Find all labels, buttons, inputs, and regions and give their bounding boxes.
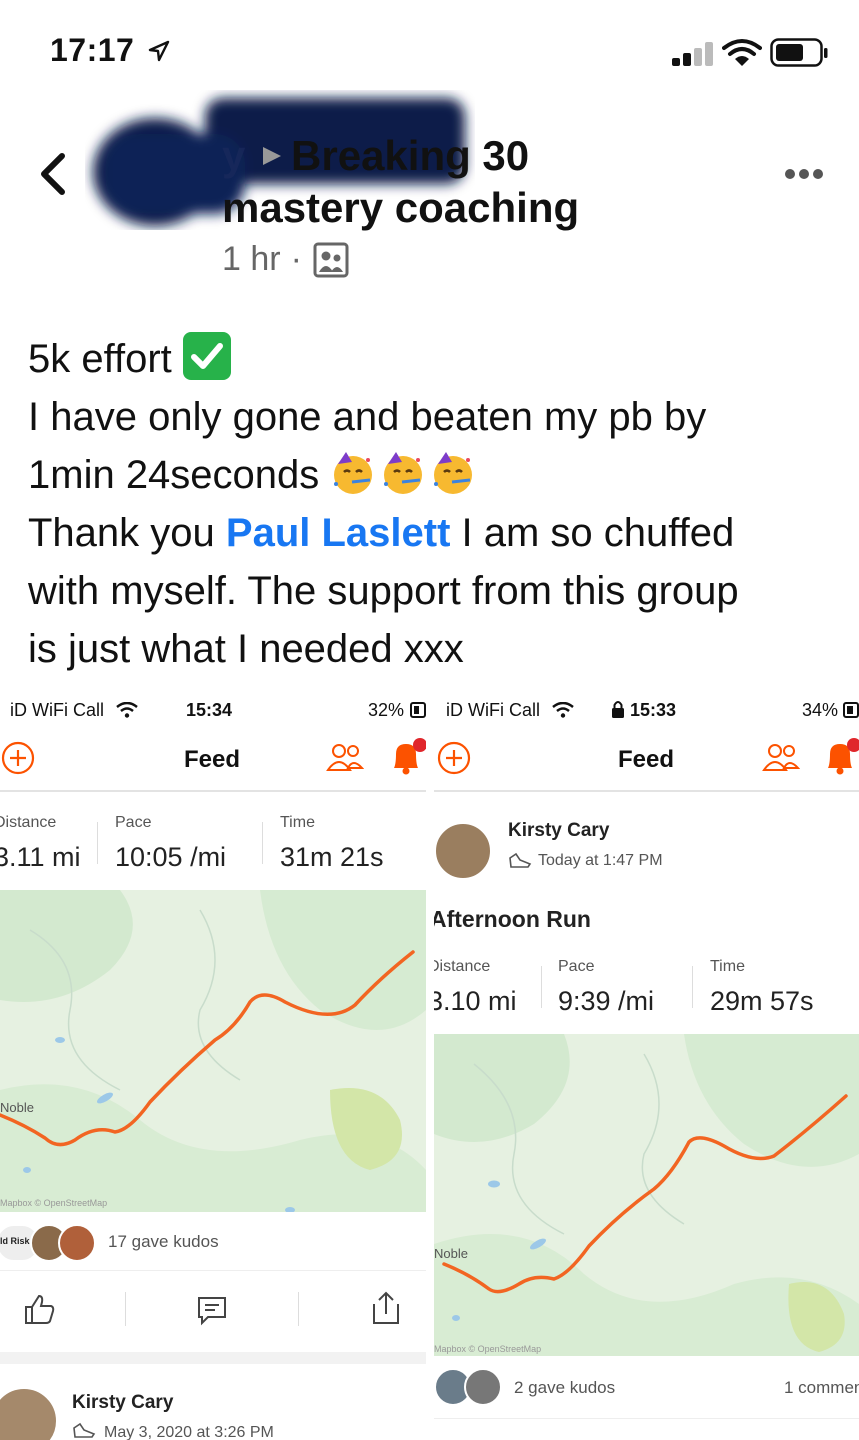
share-icon[interactable] — [370, 1290, 402, 1326]
distance-value: 3.10 mi — [434, 986, 517, 1016]
attached-photo-left[interactable]: iD WiFi Call 15:34 32% Feed Distance 3.1… — [0, 692, 426, 1440]
feed-title: Feed — [184, 746, 241, 773]
wifi-icon — [116, 702, 138, 718]
comment-count[interactable]: 1 comment — [784, 1378, 859, 1398]
shot-left-carrier: iD WiFi Call — [10, 700, 104, 720]
shot-right-battery: 34% — [802, 700, 839, 720]
time-value: 31m 21s — [280, 842, 384, 872]
map-credit: Mapbox © OpenStreetMap — [434, 1344, 541, 1354]
notifications-bell-icon[interactable] — [822, 736, 859, 776]
distance-label: Distance — [434, 958, 491, 975]
time-value: 29m 57s — [710, 986, 814, 1016]
more-options-icon[interactable] — [784, 168, 824, 180]
status-time: 17:17 — [50, 32, 170, 69]
athlete-name[interactable]: Kirsty Cary — [508, 820, 609, 842]
shot-right-time: 15:33 — [630, 700, 677, 720]
time-label: Time — [280, 814, 315, 831]
battery-icon — [410, 702, 426, 718]
route-map[interactable]: Noble Mapbox © OpenStreetMap — [434, 1034, 859, 1356]
kudos-count[interactable]: 17 gave kudos — [108, 1232, 219, 1252]
mention-link[interactable]: Paul Laslett — [226, 511, 451, 555]
athlete-avatar[interactable] — [0, 1387, 58, 1440]
attached-photo-right[interactable]: iD WiFi Call 15:33 34% Feed Kirsty Cary … — [434, 692, 859, 1440]
location-arrow-icon — [148, 40, 169, 62]
pace-label: Pace — [558, 958, 595, 975]
shot-right-carrier: iD WiFi Call — [446, 700, 540, 720]
post-body: 5k effort I have only gone and beaten my… — [28, 330, 843, 678]
group-name-line1[interactable]: Breaking 30 — [291, 132, 529, 179]
activity-time: Today at 1:47 PM — [538, 852, 663, 869]
battery-icon — [843, 702, 859, 718]
partying-face-emoji-icon — [334, 452, 373, 494]
notifications-bell-icon[interactable] — [388, 736, 426, 776]
kudos-thumbs-up-icon[interactable] — [22, 1292, 56, 1326]
add-post-icon[interactable] — [436, 740, 472, 776]
post-line-4-end: I am so chuffed — [450, 511, 735, 555]
pace-value: 9:39 /mi — [558, 986, 655, 1016]
activity-title[interactable]: Afternoon Run — [434, 906, 591, 933]
post-line-1: 5k effort — [28, 337, 172, 381]
wifi-icon — [552, 702, 574, 718]
kudos-avatar — [58, 1224, 96, 1262]
group-breadcrumb[interactable]: y Breaking 30 mastery coaching — [222, 130, 762, 234]
meta-separator: · — [290, 240, 302, 278]
lock-icon — [612, 701, 624, 718]
running-shoe-icon — [73, 1422, 96, 1438]
distance-value: 3.11 mi — [0, 842, 81, 872]
group-privacy-icon — [313, 242, 349, 277]
time-label: Time — [710, 958, 745, 975]
group-name-line2[interactable]: mastery coaching — [222, 184, 579, 231]
route-map[interactable]: Noble Mapbox © OpenStreetMap — [0, 890, 426, 1212]
next-athlete-name[interactable]: Kirsty Cary — [72, 1392, 173, 1414]
feed-title: Feed — [618, 746, 675, 773]
map-place-label: Noble — [0, 1100, 34, 1115]
find-friends-icon[interactable] — [762, 742, 800, 772]
post-line-4-start: Thank you — [28, 511, 226, 555]
pace-label: Pace — [115, 814, 152, 831]
shot-left-battery: 32% — [368, 700, 405, 720]
kudos-avatar — [464, 1368, 502, 1406]
distance-label: Distance — [0, 814, 57, 831]
kudos-count[interactable]: 2 gave kudos — [514, 1378, 615, 1398]
kudos-avatar-text: ld Risk — [0, 1236, 30, 1246]
map-place-label: Noble — [434, 1246, 468, 1261]
breadcrumb-arrow-icon — [263, 147, 282, 165]
pace-value: 10:05 /mi — [115, 842, 227, 872]
add-post-icon[interactable] — [0, 740, 36, 776]
check-mark-emoji-icon — [182, 332, 231, 380]
find-friends-icon[interactable] — [326, 742, 364, 772]
partying-face-emoji-icon — [434, 452, 473, 494]
post-time[interactable]: 1 hr — [222, 240, 281, 279]
redacted-name-tail: y — [222, 132, 246, 179]
running-shoe-icon — [509, 852, 532, 868]
map-credit: Mapbox © OpenStreetMap — [0, 1198, 107, 1208]
signal-icon — [672, 42, 714, 66]
kudos-row[interactable]: ld Risk 17 gave kudos — [0, 1212, 426, 1270]
back-chevron-icon[interactable] — [38, 152, 68, 196]
wifi-icon — [722, 39, 762, 66]
post-line-5: with myself. The support from this group — [28, 569, 739, 613]
partying-face-emoji-icon — [384, 452, 423, 494]
post-line-6: is just what I needed xxx — [28, 627, 464, 671]
post-meta: 1 hr · — [222, 240, 350, 279]
next-activity-date: May 3, 2020 at 3:26 PM — [104, 1424, 274, 1440]
comment-icon[interactable] — [196, 1294, 228, 1326]
post-line-2: I have only gone and beaten my pb by — [28, 395, 707, 439]
battery-icon — [770, 38, 828, 67]
shot-left-time: 15:34 — [186, 700, 233, 720]
post-line-3: 1min 24seconds — [28, 453, 320, 497]
athlete-avatar[interactable] — [434, 822, 492, 880]
